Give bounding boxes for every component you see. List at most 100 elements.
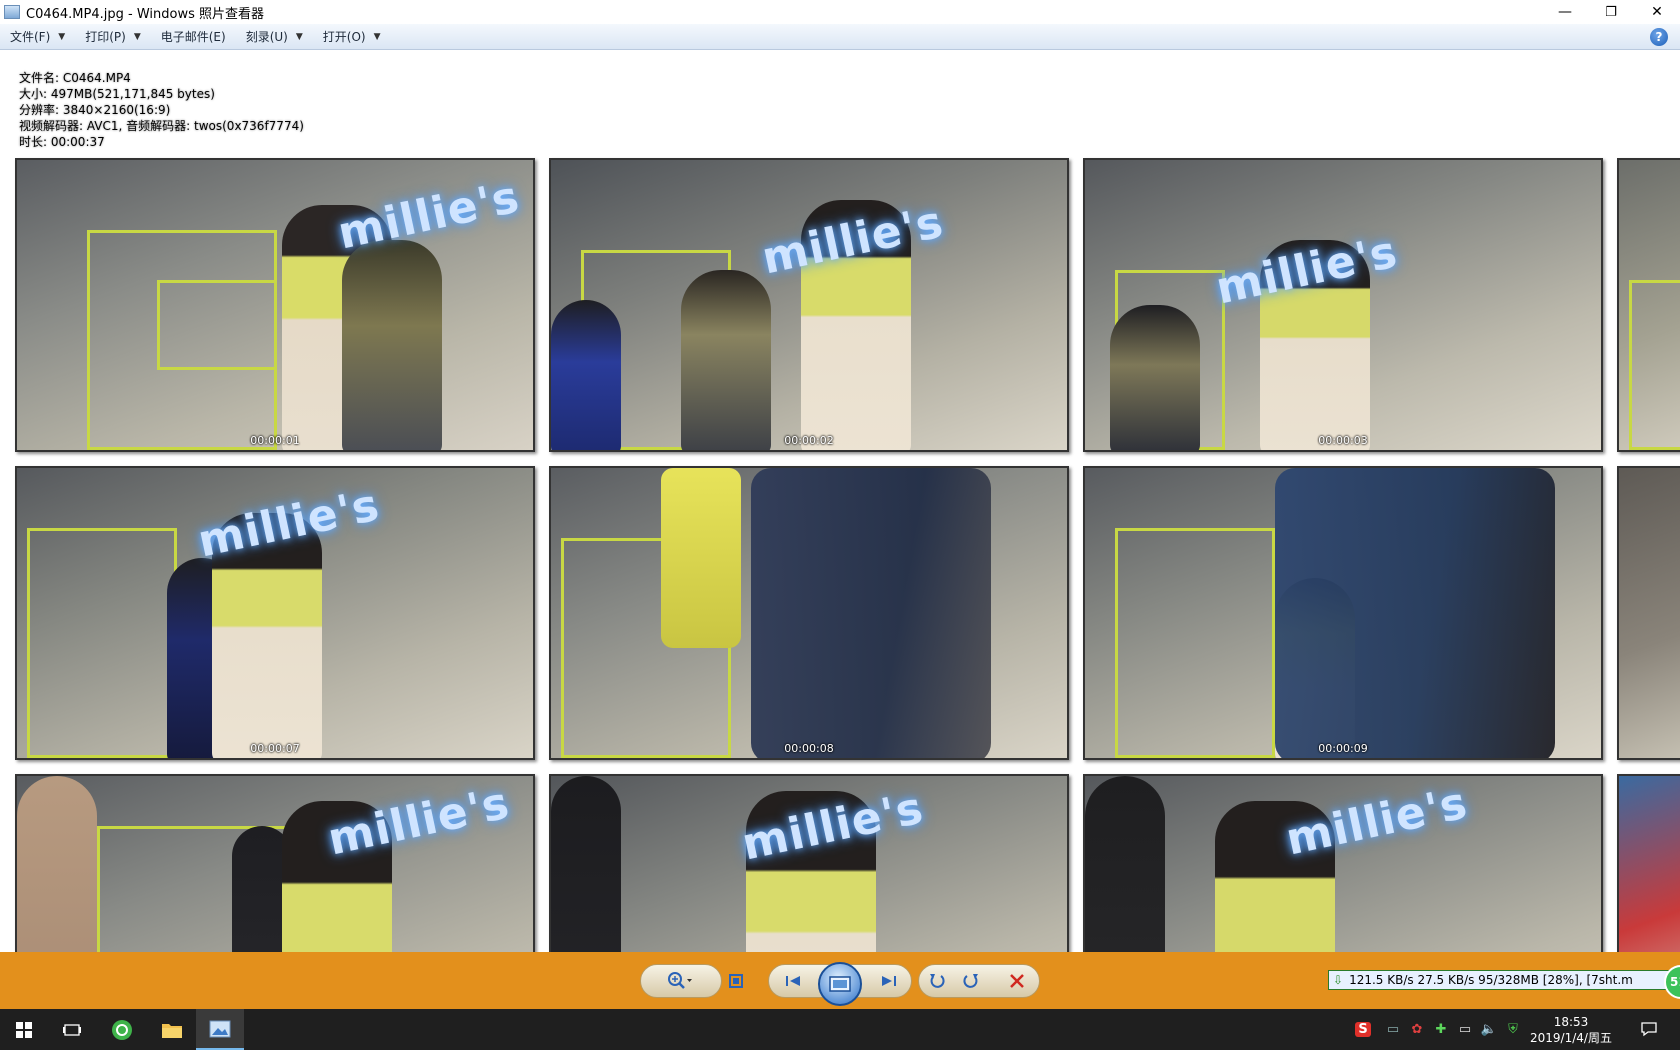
slideshow-icon[interactable] <box>818 962 862 1006</box>
file-info-size: 大小: 497MB(521,171,845 bytes) <box>19 87 215 101</box>
chevron-down-icon: ▼ <box>295 31 303 42</box>
video-frame-thumbnail: 00:00:08 <box>549 466 1069 760</box>
tray-app-icon[interactable]: ▭ <box>1384 1020 1402 1038</box>
notification-icon[interactable] <box>1638 1020 1660 1038</box>
clock-time: 18:53 <box>1553 1015 1589 1029</box>
menu-file-label: 文件(F) <box>10 30 51 44</box>
rotate-ccw-icon-svg <box>930 974 945 988</box>
person-figure <box>1110 305 1200 450</box>
zoom-icon-svg <box>668 972 692 989</box>
shelf-frame <box>27 528 177 758</box>
menu-file[interactable]: 文件(F) ▼ <box>0 24 75 50</box>
task-view-icon[interactable] <box>48 1009 96 1050</box>
frame-timestamp: 00:00:09 <box>1318 742 1368 755</box>
file-explorer-icon[interactable] <box>148 1009 196 1050</box>
menu-print-label: 打印(P) <box>85 30 126 44</box>
maximize-button[interactable]: ❐ <box>1588 0 1634 24</box>
video-frame-thumbnail <box>1617 158 1680 452</box>
shelf-frame <box>1629 280 1680 450</box>
network-icon[interactable]: ▭ <box>1456 1020 1474 1038</box>
shelf-frame <box>1115 528 1275 758</box>
person-figure <box>17 776 97 952</box>
person-figure <box>342 240 442 450</box>
prev-icon-svg <box>786 976 800 986</box>
video-frame-thumbnail: millie's 00:00:02 <box>549 158 1069 452</box>
menu-open-label: 打开(O) <box>322 30 366 44</box>
frame-timestamp: 00:00:01 <box>250 434 300 447</box>
menu-burn-label: 刻录(U) <box>245 30 288 44</box>
menu-print[interactable]: 打印(P) ▼ <box>75 24 151 50</box>
title-bar: C0464.MP4.jpg - Windows 照片查看器 <box>0 0 1680 24</box>
person-figure <box>551 776 621 952</box>
person-figure <box>551 300 621 450</box>
delete-icon[interactable] <box>1003 967 1031 995</box>
clock-date: 2019/1/4/周五 <box>1530 1031 1612 1045</box>
help-icon[interactable]: ? <box>1650 28 1668 46</box>
rotate-counterclockwise-icon[interactable] <box>925 967 949 995</box>
video-frame-thumbnail: millie's <box>15 774 535 952</box>
notification-svg <box>1641 1022 1657 1037</box>
photo-viewer-taskbar-icon[interactable] <box>196 1009 244 1050</box>
sogou-input-icon[interactable]: S <box>1354 1020 1372 1038</box>
windows-logo-svg <box>16 1021 32 1038</box>
volume-icon[interactable]: 🔈 <box>1480 1020 1498 1038</box>
rotate-cw-icon-svg <box>963 974 978 988</box>
close-button[interactable]: ✕ <box>1634 0 1680 24</box>
download-status-text: 121.5 KB/s 27.5 KB/s 95/328MB [28%], [7s… <box>1349 973 1633 987</box>
previous-icon[interactable] <box>780 967 808 995</box>
person-figure <box>1275 468 1555 758</box>
tray-app-icon[interactable]: ✚ <box>1432 1020 1450 1038</box>
video-frame-thumbnail: millie's <box>1083 774 1603 952</box>
chevron-down-icon: ▼ <box>133 31 141 42</box>
file-info-duration: 时长: 00:00:37 <box>19 135 105 149</box>
browser-icon[interactable] <box>98 1009 146 1050</box>
person-figure <box>1085 776 1165 952</box>
frame-timestamp: 00:00:02 <box>784 434 834 447</box>
delete-icon-svg <box>1010 974 1024 988</box>
frame-timestamp: 00:00:08 <box>784 742 834 755</box>
photo-viewer-app-icon <box>4 5 20 19</box>
window-title: C0464.MP4.jpg - Windows 照片查看器 <box>26 6 264 22</box>
image-canvas[interactable]: 文件名: C0464.MP4 大小: 497MB(521,171,845 byt… <box>0 51 1680 952</box>
video-frame-thumbnail: millie's 00:00:01 <box>15 158 535 452</box>
security-shield-icon[interactable]: ⛨ <box>1504 1020 1522 1038</box>
windows-start-icon[interactable] <box>0 1009 48 1050</box>
browser-svg <box>112 1019 132 1040</box>
person-figure <box>681 270 771 450</box>
next-icon-svg <box>882 976 896 986</box>
rotate-clockwise-icon[interactable] <box>959 967 983 995</box>
minimize-button[interactable]: — <box>1542 0 1588 24</box>
next-icon[interactable] <box>874 967 902 995</box>
taskbar: S ▭ ✿ ✚ ▭ 🔈 ⛨ 18:53 2019/1/4/周五 <box>0 1009 1680 1050</box>
folder-svg <box>162 1023 182 1038</box>
menu-open[interactable]: 打开(O) ▼ <box>313 24 391 50</box>
menu-bar: 文件(F) ▼ 打印(P) ▼ 电子邮件(E) 刻录(U) ▼ 打开(O) ▼ <box>0 24 1680 50</box>
menu-email-label: 电子邮件(E) <box>160 30 226 44</box>
taskbar-clock[interactable]: 18:53 2019/1/4/周五 <box>1526 1014 1616 1046</box>
frame-timestamp: 00:00:03 <box>1318 434 1368 447</box>
zoom-icon[interactable] <box>662 967 698 995</box>
menu-email[interactable]: 电子邮件(E) <box>151 24 236 50</box>
video-frame-thumbnail <box>1617 774 1680 952</box>
file-info-filename: 文件名: C0464.MP4 <box>19 71 131 85</box>
chevron-down-icon: ▼ <box>373 31 381 42</box>
video-frame-thumbnail: millie's 00:00:03 <box>1083 158 1603 452</box>
download-speed-widget[interactable]: ⇩ 121.5 KB/s 27.5 KB/s 95/328MB [28%], [… <box>1328 970 1678 990</box>
video-frame-thumbnail: millie's <box>549 774 1069 952</box>
frame-timestamp: 00:00:07 <box>250 742 300 755</box>
person-figure <box>661 468 741 648</box>
video-frame-thumbnail <box>1617 466 1680 760</box>
tray-app-icon[interactable]: ✿ <box>1408 1020 1426 1038</box>
menu-burn[interactable]: 刻录(U) ▼ <box>236 24 313 50</box>
fit-icon-svg <box>729 974 743 988</box>
frame-scene <box>1619 776 1680 952</box>
video-frame-thumbnail: millie's 00:00:07 <box>15 466 535 760</box>
fit-to-window-icon[interactable] <box>724 967 748 995</box>
slideshow-icon-svg <box>829 976 851 992</box>
video-frame-thumbnail: 00:00:09 <box>1083 466 1603 760</box>
file-info-codec: 视频解码器: AVC1, 音频解码器: twos(0x736f7774) <box>19 119 304 133</box>
frame-scene <box>1619 468 1680 758</box>
download-arrow-icon: ⇩ <box>1333 973 1344 987</box>
chevron-down-icon: ▼ <box>58 31 66 42</box>
photo-viewer-svg <box>209 1020 231 1037</box>
